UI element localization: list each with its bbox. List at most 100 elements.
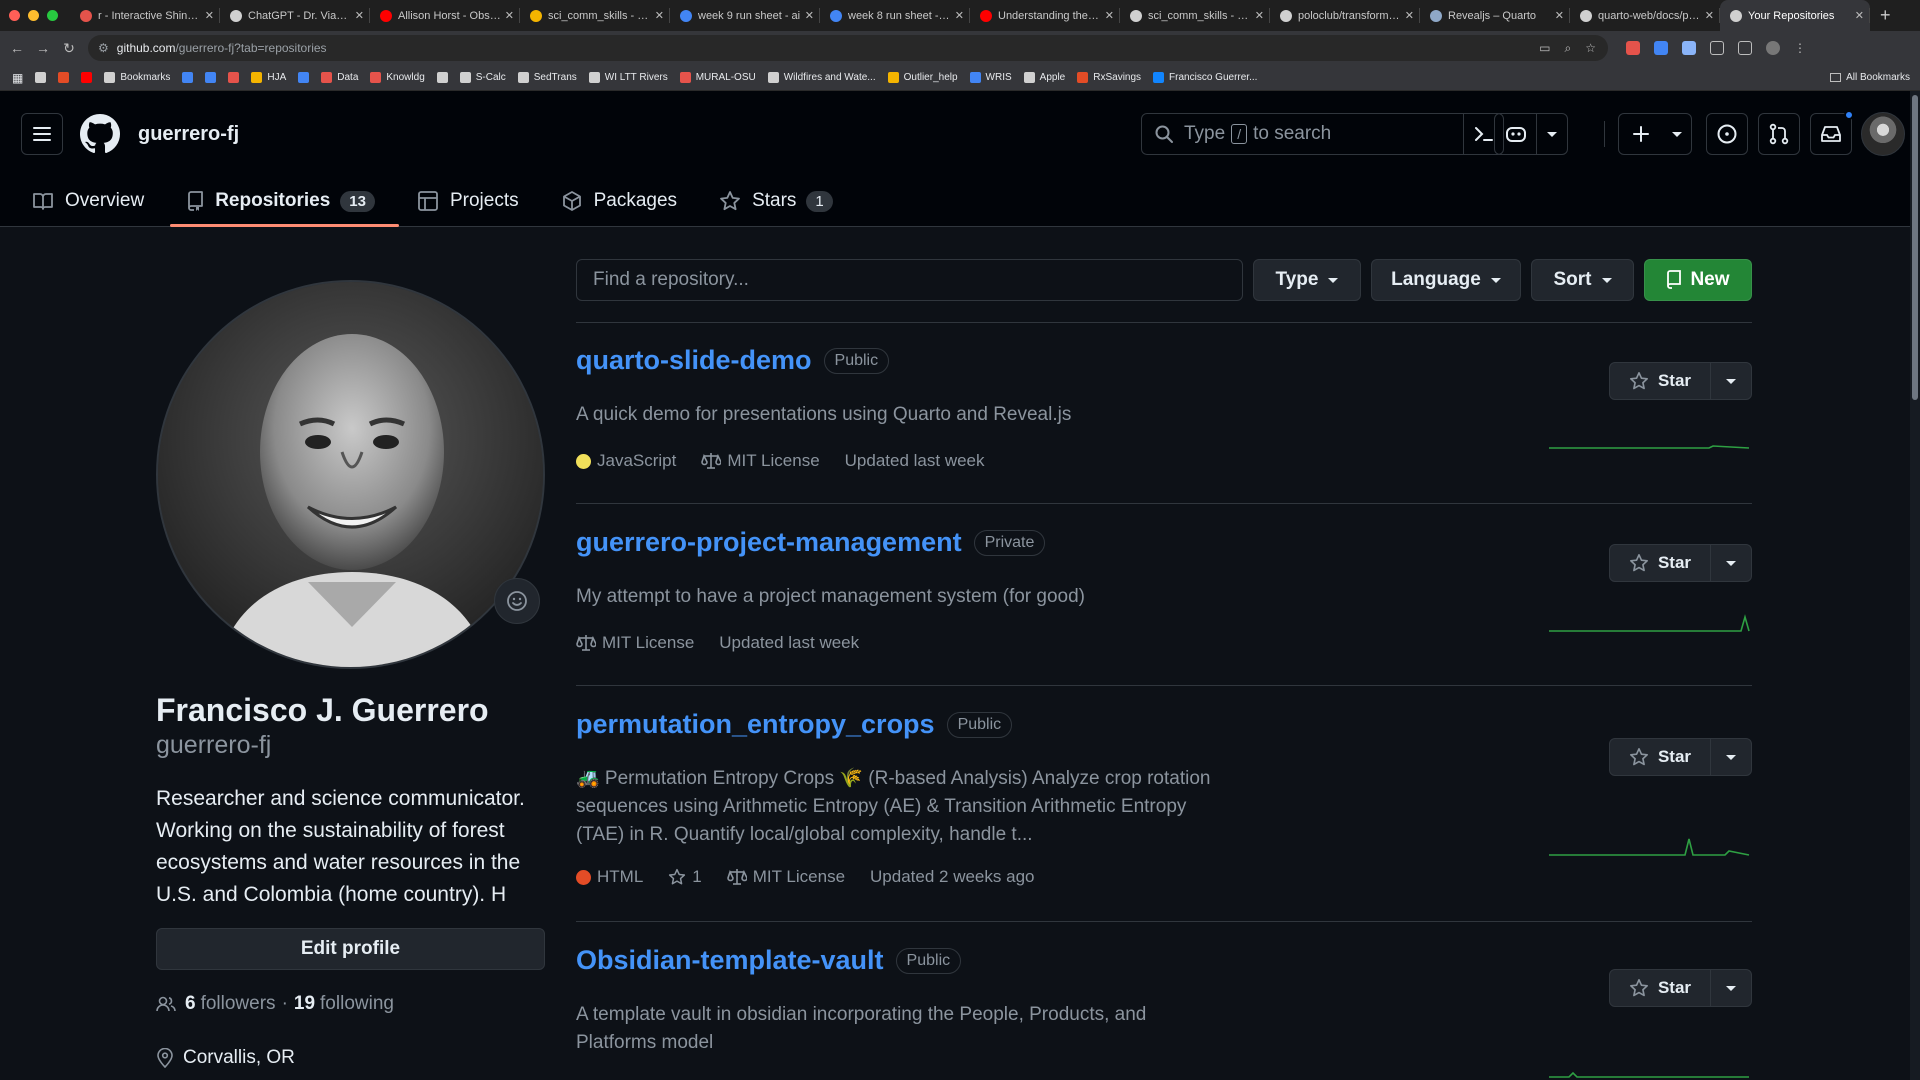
bookmark-item[interactable] — [228, 72, 240, 83]
tab-close-icon[interactable]: ✕ — [1255, 9, 1264, 22]
tab-overview[interactable]: Overview — [30, 175, 158, 227]
browser-tab[interactable]: quarto-web/docs/pres ✕ — [1570, 0, 1720, 31]
bookmark-item[interactable]: Wildfires and Wate... — [767, 72, 876, 83]
bookmark-item[interactable] — [58, 72, 70, 83]
bookmark-item[interactable]: HJA — [251, 72, 286, 83]
tab-close-icon[interactable]: ✕ — [1105, 9, 1114, 22]
bookmark-item[interactable]: MURAL-OSU — [679, 72, 756, 83]
bookmark-item[interactable]: RxSavings — [1077, 72, 1141, 83]
issues-button[interactable] — [1706, 113, 1748, 155]
repo-name-link[interactable]: guerrero-project-management — [576, 527, 962, 558]
bookmark-item[interactable] — [205, 72, 217, 83]
side-panel-icon[interactable] — [1738, 41, 1752, 55]
browser-tab[interactable]: week 8 run sheet - slic ✕ — [820, 0, 970, 31]
all-bookmarks-link[interactable]: All Bookmarks — [1846, 72, 1910, 83]
star-list-dropdown[interactable] — [1711, 739, 1751, 775]
bookmark-item[interactable] — [35, 72, 47, 83]
reload-icon[interactable]: ↻ — [56, 40, 82, 57]
type-filter-dropdown[interactable]: Type — [1253, 259, 1361, 301]
browser-tab[interactable]: week 9 run sheet - ai ✕ — [670, 0, 820, 31]
repo-name-link[interactable]: quarto-slide-demo — [576, 345, 812, 376]
browser-tab[interactable]: sci_comm_skills - Goo ✕ — [520, 0, 670, 31]
find-repository-input[interactable]: Find a repository... — [576, 259, 1243, 301]
copilot-dropdown-button[interactable] — [1537, 114, 1567, 154]
tab-stars[interactable]: Stars 1 — [717, 175, 847, 227]
global-search-input[interactable]: Type / to search — [1141, 113, 1504, 155]
install-app-icon[interactable]: ▭ — [1539, 41, 1550, 56]
edit-profile-button[interactable]: Edit profile — [156, 928, 545, 970]
star-list-dropdown[interactable] — [1711, 970, 1751, 1006]
star-button[interactable]: Star — [1610, 970, 1711, 1006]
following-link[interactable]: 19 following — [294, 993, 394, 1015]
bookmark-item[interactable]: WRIS — [969, 72, 1012, 83]
bookmark-star-icon[interactable]: ☆ — [1585, 41, 1596, 56]
zoom-icon[interactable]: ⌕ — [1565, 41, 1572, 56]
tab-close-icon[interactable]: ✕ — [955, 9, 964, 22]
tab-close-icon[interactable]: ✕ — [1855, 9, 1864, 22]
page-scrollbar[interactable] — [1910, 91, 1920, 1080]
github-logo-icon[interactable] — [80, 114, 120, 154]
bookmark-item[interactable]: Outlier_help — [887, 72, 958, 83]
new-tab-button[interactable]: + — [1870, 5, 1891, 26]
tab-repositories[interactable]: Repositories 13 — [170, 175, 399, 227]
browser-tab[interactable]: poloclub/transformer- ✕ — [1270, 0, 1420, 31]
apps-grid-icon[interactable]: ▦ — [12, 71, 23, 85]
bookmark-item[interactable]: S-Calc — [459, 72, 506, 83]
repo-name-link[interactable]: permutation_entropy_crops — [576, 709, 935, 740]
star-button[interactable]: Star — [1610, 545, 1711, 581]
tab-close-icon[interactable]: ✕ — [1705, 9, 1714, 22]
tab-close-icon[interactable]: ✕ — [205, 9, 214, 22]
set-status-button[interactable] — [494, 578, 540, 624]
tab-close-icon[interactable]: ✕ — [805, 9, 814, 22]
browser-tab[interactable]: Allison Horst - Observ ✕ — [370, 0, 520, 31]
minimize-window-button[interactable] — [28, 10, 39, 21]
header-username[interactable]: guerrero-fj — [138, 123, 239, 146]
browser-tab[interactable]: r - Interactive Shiny or ✕ — [70, 0, 220, 31]
bookmark-item[interactable] — [298, 72, 310, 83]
browser-menu-icon[interactable]: ⋮ — [1794, 41, 1806, 55]
tab-projects[interactable]: Projects — [415, 175, 533, 227]
bookmark-item[interactable] — [436, 72, 448, 83]
bookmark-item[interactable]: Knowldg — [370, 72, 425, 83]
tab-close-icon[interactable]: ✕ — [655, 9, 664, 22]
bookmark-item[interactable]: Apple — [1023, 72, 1065, 83]
star-button[interactable]: Star — [1610, 363, 1711, 399]
bookmark-item[interactable]: WI LTT Rivers — [588, 72, 668, 83]
sort-dropdown[interactable]: Sort — [1531, 259, 1634, 301]
bookmark-item[interactable] — [81, 72, 93, 83]
maximize-window-button[interactable] — [47, 10, 58, 21]
forward-icon[interactable]: → — [30, 40, 56, 56]
extension-icon[interactable] — [1654, 41, 1668, 55]
pull-requests-button[interactable] — [1758, 113, 1800, 155]
site-info-icon[interactable]: ⚙ — [98, 41, 109, 55]
user-avatar-menu[interactable] — [1861, 112, 1905, 156]
repo-stargazers-link[interactable]: 1 — [668, 867, 702, 887]
tab-packages[interactable]: Packages — [559, 175, 691, 227]
profile-icon[interactable] — [1766, 41, 1780, 55]
language-filter-dropdown[interactable]: Language — [1371, 259, 1521, 301]
extension-icon[interactable] — [1682, 41, 1696, 55]
tab-close-icon[interactable]: ✕ — [1405, 9, 1414, 22]
tab-close-icon[interactable]: ✕ — [355, 9, 364, 22]
close-window-button[interactable] — [9, 10, 20, 21]
star-list-dropdown[interactable] — [1711, 545, 1751, 581]
browser-tab[interactable]: ChatGPT - Dr. Viana A ✕ — [220, 0, 370, 31]
back-icon[interactable]: ← — [4, 40, 30, 56]
bookmark-item[interactable] — [182, 72, 194, 83]
copilot-button[interactable] — [1495, 114, 1537, 154]
scrollbar-thumb[interactable] — [1912, 95, 1918, 400]
address-bar[interactable]: ⚙ github.com/guerrero-fj?tab=repositorie… — [88, 35, 1608, 61]
bookmark-item[interactable]: Bookmarks — [104, 72, 170, 83]
browser-tab[interactable]: Your Repositories ✕ — [1720, 0, 1870, 31]
bookmark-item[interactable]: SedTrans — [517, 72, 577, 83]
tab-close-icon[interactable]: ✕ — [505, 9, 514, 22]
new-repository-button[interactable]: New — [1644, 259, 1752, 301]
profile-avatar[interactable] — [156, 280, 545, 669]
star-button[interactable]: Star — [1610, 739, 1711, 775]
create-new-button[interactable] — [1618, 113, 1692, 155]
bookmark-item[interactable]: Francisco Guerrer... — [1153, 72, 1257, 83]
followers-link[interactable]: 6 followers — [185, 993, 276, 1015]
hamburger-menu-button[interactable] — [21, 113, 63, 155]
star-list-dropdown[interactable] — [1711, 363, 1751, 399]
extensions-puzzle-icon[interactable] — [1710, 41, 1724, 55]
